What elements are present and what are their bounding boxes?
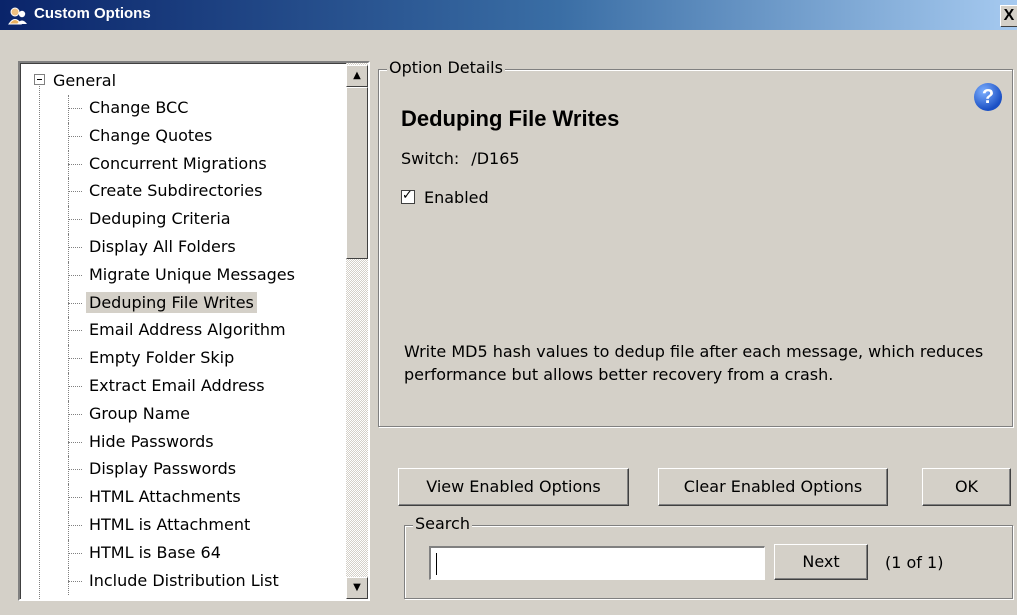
scroll-down-icon[interactable]: ▼: [346, 577, 368, 599]
tree-item[interactable]: Empty Folder Skip: [20, 345, 340, 373]
tree-item[interactable]: Extract Email Address: [20, 372, 340, 401]
search-group: Search Next (1 of 1): [404, 515, 1013, 599]
search-result-count: (1 of 1): [885, 553, 944, 572]
tree-item[interactable]: HTML is Attachment: [20, 511, 340, 540]
text-caret: [436, 553, 437, 575]
tree-root-label: General: [53, 71, 117, 90]
search-input[interactable]: [429, 546, 765, 580]
view-enabled-options-button[interactable]: View Enabled Options: [398, 468, 629, 506]
tree-list: Change BCC Change Quotes Concurrent Migr…: [20, 95, 340, 596]
help-icon[interactable]: ?: [974, 83, 1002, 111]
clear-enabled-options-button[interactable]: Clear Enabled Options: [658, 468, 888, 506]
option-details-label: Option Details: [387, 58, 505, 77]
next-button[interactable]: Next: [774, 544, 868, 580]
enabled-checkbox[interactable]: Enabled: [401, 187, 489, 207]
tree-item[interactable]: Display All Folders: [20, 233, 340, 262]
options-tree[interactable]: General Change BCC Change Quotes Concurr…: [18, 61, 370, 601]
tree-item[interactable]: Display Passwords: [20, 456, 340, 484]
close-button[interactable]: X: [1000, 5, 1017, 26]
option-description: Write MD5 hash values to dedup file afte…: [404, 342, 984, 384]
title-bar: Custom Options X: [0, 0, 1017, 30]
search-label: Search: [413, 514, 472, 533]
switch-row: Switch: /D165: [401, 149, 520, 168]
ok-button[interactable]: OK: [922, 468, 1011, 506]
tree-item[interactable]: Deduping Criteria: [20, 206, 340, 234]
collapse-icon[interactable]: [34, 74, 45, 85]
window-title: Custom Options: [34, 5, 151, 22]
scroll-up-icon[interactable]: ▲: [346, 65, 368, 87]
switch-label: Switch:: [401, 149, 460, 168]
tree-item[interactable]: HTML is Base 64: [20, 539, 340, 568]
tree-root-general[interactable]: General: [34, 69, 116, 93]
tree-item[interactable]: HTML Attachments: [20, 484, 340, 512]
tree-scrollbar[interactable]: ▲ ▼: [346, 63, 368, 599]
tree-item[interactable]: Concurrent Migrations: [20, 150, 340, 179]
option-details-group: Option Details Deduping File Writes ? Sw…: [378, 59, 1013, 427]
tree-item[interactable]: Group Name: [20, 400, 340, 429]
option-title: Deduping File Writes: [401, 106, 620, 131]
checkbox-checked-icon[interactable]: [401, 187, 415, 205]
tree-item[interactable]: Email Address Algorithm: [20, 317, 340, 345]
tree-item[interactable]: Change BCC: [20, 95, 340, 123]
tree-item[interactable]: Include Distribution List: [20, 567, 340, 596]
app-people-icon: [8, 7, 27, 25]
tree-item[interactable]: Hide Passwords: [20, 428, 340, 457]
tree-item-selected[interactable]: Deduping File Writes: [20, 289, 340, 318]
scroll-thumb[interactable]: [346, 87, 368, 259]
tree-item[interactable]: Migrate Unique Messages: [20, 261, 340, 290]
switch-value: /D165: [471, 149, 520, 168]
enabled-label: Enabled: [424, 188, 489, 207]
tree-item[interactable]: Change Quotes: [20, 122, 340, 151]
tree-item[interactable]: Create Subdirectories: [20, 178, 340, 206]
